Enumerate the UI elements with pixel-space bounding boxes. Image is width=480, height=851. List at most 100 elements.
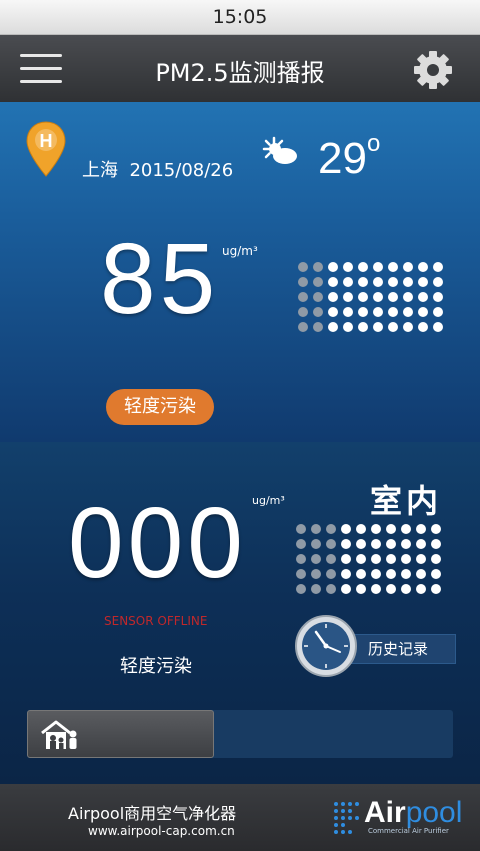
level-dot (373, 292, 383, 302)
level-dot (358, 307, 368, 317)
level-dot (416, 539, 426, 549)
level-dot (403, 307, 413, 317)
level-dot (296, 584, 306, 594)
pin-letter: H (40, 131, 53, 151)
level-dot (403, 322, 413, 332)
logo-wordmark: Airpool (364, 796, 462, 830)
temperature: 29o (318, 130, 380, 184)
location-date: 上海 2015/08/26 (82, 156, 233, 182)
indoor-unit: ug/m³ (252, 494, 285, 507)
history-button[interactable]: 历史记录 (294, 614, 456, 678)
level-dot (298, 277, 308, 287)
sun-partly-cloudy-icon (260, 134, 300, 174)
gear-icon[interactable] (410, 47, 456, 93)
level-dot (418, 277, 428, 287)
level-dot (386, 584, 396, 594)
level-dot (343, 277, 353, 287)
level-dot (388, 322, 398, 332)
level-dot (431, 539, 441, 549)
level-dot (311, 554, 321, 564)
history-label: 历史记录 (368, 640, 429, 658)
level-dot (416, 524, 426, 534)
level-dot (386, 554, 396, 564)
date-text: 2015/08/26 (129, 160, 234, 181)
level-dot (416, 554, 426, 564)
level-dot (386, 524, 396, 534)
indoor-pm25-value: 000 (68, 487, 247, 599)
level-dot (298, 262, 308, 272)
level-dot (298, 292, 308, 302)
city-name: 上海 (82, 160, 118, 181)
level-dot (433, 262, 443, 272)
level-dot (298, 307, 308, 317)
level-dot (431, 554, 441, 564)
level-dot (311, 584, 321, 594)
level-dot (433, 292, 443, 302)
level-dot (418, 322, 428, 332)
level-dot (388, 292, 398, 302)
level-dot (311, 539, 321, 549)
level-dot (358, 322, 368, 332)
home-family-icon (40, 719, 80, 751)
indoor-label: 室内 (370, 482, 443, 520)
level-dot (341, 539, 351, 549)
level-dot (388, 277, 398, 287)
sensor-status: SENSOR OFFLINE (104, 614, 208, 628)
level-dot (371, 584, 381, 594)
level-dot (433, 307, 443, 317)
logo-dots-icon (334, 802, 359, 834)
level-dot (343, 322, 353, 332)
level-dot (403, 277, 413, 287)
level-dot (356, 524, 366, 534)
level-dot (296, 554, 306, 564)
level-dot (358, 292, 368, 302)
status-bar: 15:05 (0, 0, 480, 35)
level-dot (296, 539, 306, 549)
level-dot (401, 524, 411, 534)
indoor-progress-bar[interactable] (27, 710, 453, 758)
outdoor-level-dots (298, 262, 443, 332)
status-time: 15:05 (212, 6, 268, 28)
level-dot (386, 569, 396, 579)
level-dot (358, 277, 368, 287)
logo-text-pool: pool (405, 796, 463, 829)
location-pin-icon[interactable]: H (24, 120, 68, 180)
level-dot (433, 322, 443, 332)
airpool-logo: Airpool Commercial Air Purifier (332, 796, 472, 840)
level-dot (328, 277, 338, 287)
level-dot (358, 262, 368, 272)
level-dot (373, 322, 383, 332)
level-dot (388, 262, 398, 272)
level-dot (431, 584, 441, 594)
level-dot (373, 307, 383, 317)
level-dot (343, 262, 353, 272)
website-link[interactable]: www.airpool-cap.com.cn (88, 824, 235, 838)
level-dot (313, 262, 323, 272)
level-dot (341, 554, 351, 564)
level-dot (356, 584, 366, 594)
level-dot (418, 292, 428, 302)
level-dot (328, 262, 338, 272)
level-dot (401, 584, 411, 594)
level-dot (343, 307, 353, 317)
level-dot (326, 539, 336, 549)
level-dot (313, 292, 323, 302)
level-dot (313, 307, 323, 317)
level-dot (343, 292, 353, 302)
level-dot (313, 277, 323, 287)
level-dot (401, 569, 411, 579)
level-dot (311, 524, 321, 534)
level-dot (403, 292, 413, 302)
level-dot (416, 569, 426, 579)
level-dot (311, 569, 321, 579)
level-dot (356, 539, 366, 549)
clock-icon (294, 614, 358, 678)
progress-fill (27, 710, 215, 758)
level-dot (326, 569, 336, 579)
company-name: Airpool商用空气净化器 (68, 804, 237, 823)
level-dot (313, 322, 323, 332)
level-dot (416, 584, 426, 594)
level-dot (418, 307, 428, 317)
level-dot (371, 524, 381, 534)
level-dot (326, 584, 336, 594)
